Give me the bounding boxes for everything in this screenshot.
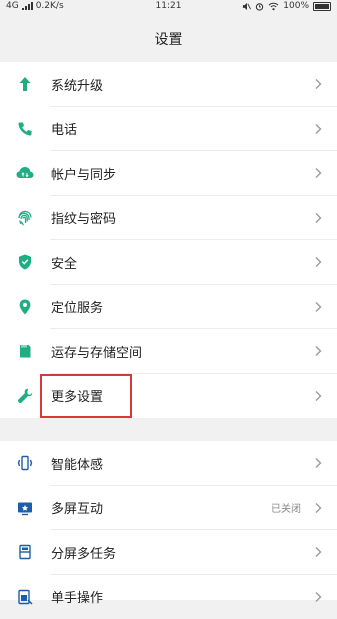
setting-multi-screen[interactable]: 多屏互动 已关闭	[0, 486, 337, 531]
settings-group-secondary: 智能体感 多屏互动 已关闭 分屏多任务 单手操作	[0, 441, 337, 600]
chevron-right-icon	[311, 545, 325, 559]
battery-level: 100%	[283, 1, 309, 11]
location-pin-icon	[15, 297, 35, 317]
setting-fingerprint-password[interactable]: 指纹与密码	[0, 196, 337, 241]
setting-label: 系统升级	[51, 75, 311, 94]
phone-vibrate-icon	[15, 453, 35, 473]
setting-label: 分屏多任务	[51, 543, 311, 562]
chevron-right-icon	[311, 300, 325, 314]
shield-icon	[15, 252, 35, 272]
setting-accounts-sync[interactable]: 帐户与同步	[0, 151, 337, 196]
setting-label: 单手操作	[51, 587, 311, 606]
arrow-up-icon	[15, 74, 35, 94]
setting-one-hand-mode[interactable]: 单手操作	[0, 575, 337, 619]
phone-icon	[15, 119, 35, 139]
setting-split-screen[interactable]: 分屏多任务	[0, 530, 337, 575]
status-bar: 4G 0.2K/s 11:21 100%	[0, 0, 337, 14]
setting-label: 智能体感	[51, 454, 311, 473]
setting-smart-motion[interactable]: 智能体感	[0, 441, 337, 486]
cloud-sync-icon	[15, 163, 35, 183]
sd-card-icon	[15, 341, 35, 361]
chevron-right-icon	[311, 344, 325, 358]
mute-icon	[242, 2, 251, 11]
setting-memory-storage[interactable]: 运存与存储空间	[0, 329, 337, 374]
wifi-icon	[268, 2, 279, 11]
setting-label: 定位服务	[51, 297, 311, 316]
chevron-right-icon	[311, 211, 325, 225]
chevron-right-icon	[311, 501, 325, 515]
setting-label: 安全	[51, 253, 311, 272]
setting-system-update[interactable]: 系统升级	[0, 62, 337, 107]
status-value: 已关闭	[271, 500, 301, 515]
chevron-right-icon	[311, 389, 325, 403]
setting-label: 多屏互动	[51, 498, 271, 517]
chevron-right-icon	[311, 255, 325, 269]
setting-label: 运存与存储空间	[51, 342, 311, 361]
chevron-right-icon	[311, 456, 325, 470]
chevron-right-icon	[311, 77, 325, 91]
battery-icon	[313, 2, 331, 11]
alarm-icon	[255, 2, 264, 11]
setting-label: 帐户与同步	[51, 164, 311, 183]
cast-screen-icon	[15, 498, 35, 518]
setting-phone[interactable]: 电话	[0, 107, 337, 152]
setting-label: 电话	[51, 119, 311, 138]
one-hand-icon	[15, 587, 35, 607]
setting-location-services[interactable]: 定位服务	[0, 285, 337, 330]
highlight-box	[40, 374, 132, 418]
settings-group-primary: 系统升级 电话 帐户与同步 指纹与密码 安全	[0, 62, 337, 418]
split-screen-icon	[15, 542, 35, 562]
setting-security[interactable]: 安全	[0, 240, 337, 285]
chevron-right-icon	[311, 122, 325, 136]
fingerprint-icon	[15, 208, 35, 228]
chevron-right-icon	[311, 590, 325, 604]
page-title: 设置	[0, 14, 337, 62]
wrench-icon	[15, 386, 35, 406]
setting-label: 指纹与密码	[51, 208, 311, 227]
chevron-right-icon	[311, 166, 325, 180]
